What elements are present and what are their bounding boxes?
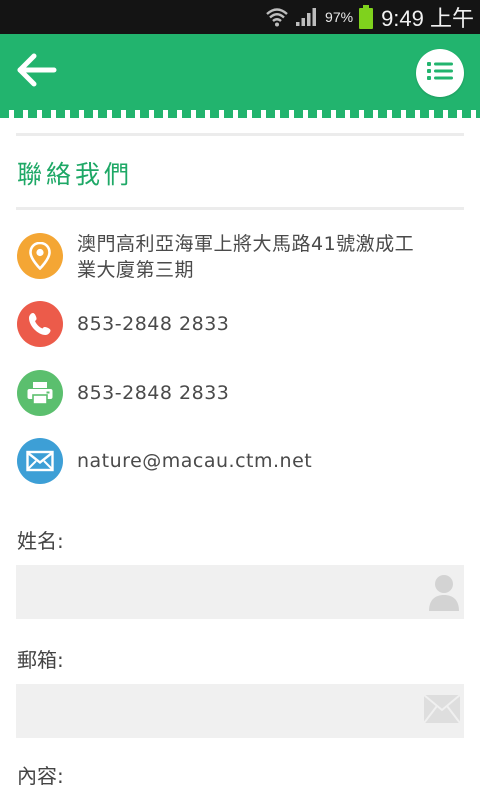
contact-fax-row: 853-2848 2833 (17, 370, 464, 416)
battery-icon (359, 5, 374, 29)
wifi-icon (265, 6, 289, 28)
phone-icon (17, 301, 63, 347)
address-line-2: 業大廈第三期 (77, 259, 195, 281)
battery-percent: 97% (325, 9, 354, 25)
status-clock: 9:49 上午 (381, 6, 474, 31)
list-icon (427, 61, 453, 85)
location-pin-icon (17, 233, 63, 279)
phone-number: 853-2848 2833 (77, 313, 230, 335)
contact-email-row[interactable]: nature@macau.ctm.net (17, 438, 464, 484)
email-input[interactable] (16, 684, 464, 738)
back-button[interactable] (14, 52, 60, 92)
menu-button[interactable] (416, 49, 464, 97)
envelope-icon (423, 694, 461, 728)
fax-number: 853-2848 2833 (77, 382, 230, 404)
user-icon (428, 574, 460, 616)
email-label: 郵箱: (17, 648, 64, 672)
name-label: 姓名: (17, 529, 64, 553)
email-icon (17, 438, 63, 484)
divider-title (16, 207, 464, 210)
page-title: 聯絡我們 (17, 160, 134, 189)
status-bar: 97% 9:49 上午 (0, 0, 480, 34)
email-address: nature@macau.ctm.net (77, 450, 313, 472)
contact-phone-row[interactable]: 853-2848 2833 (17, 301, 464, 347)
name-input[interactable] (16, 565, 464, 619)
divider-top (16, 133, 464, 136)
appbar-dashed-edge (0, 110, 480, 118)
app-bar (0, 34, 480, 110)
fax-printer-icon (17, 370, 63, 416)
address-line-1: 澳門高利亞海軍上將大馬路41號激成工 (77, 233, 415, 255)
content-label: 內容: (17, 764, 64, 788)
back-arrow-icon (17, 53, 57, 91)
contact-address-row: 澳門高利亞海軍上將大馬路41號激成工 業大廈第三期 (17, 233, 464, 283)
signal-icon (295, 7, 319, 27)
